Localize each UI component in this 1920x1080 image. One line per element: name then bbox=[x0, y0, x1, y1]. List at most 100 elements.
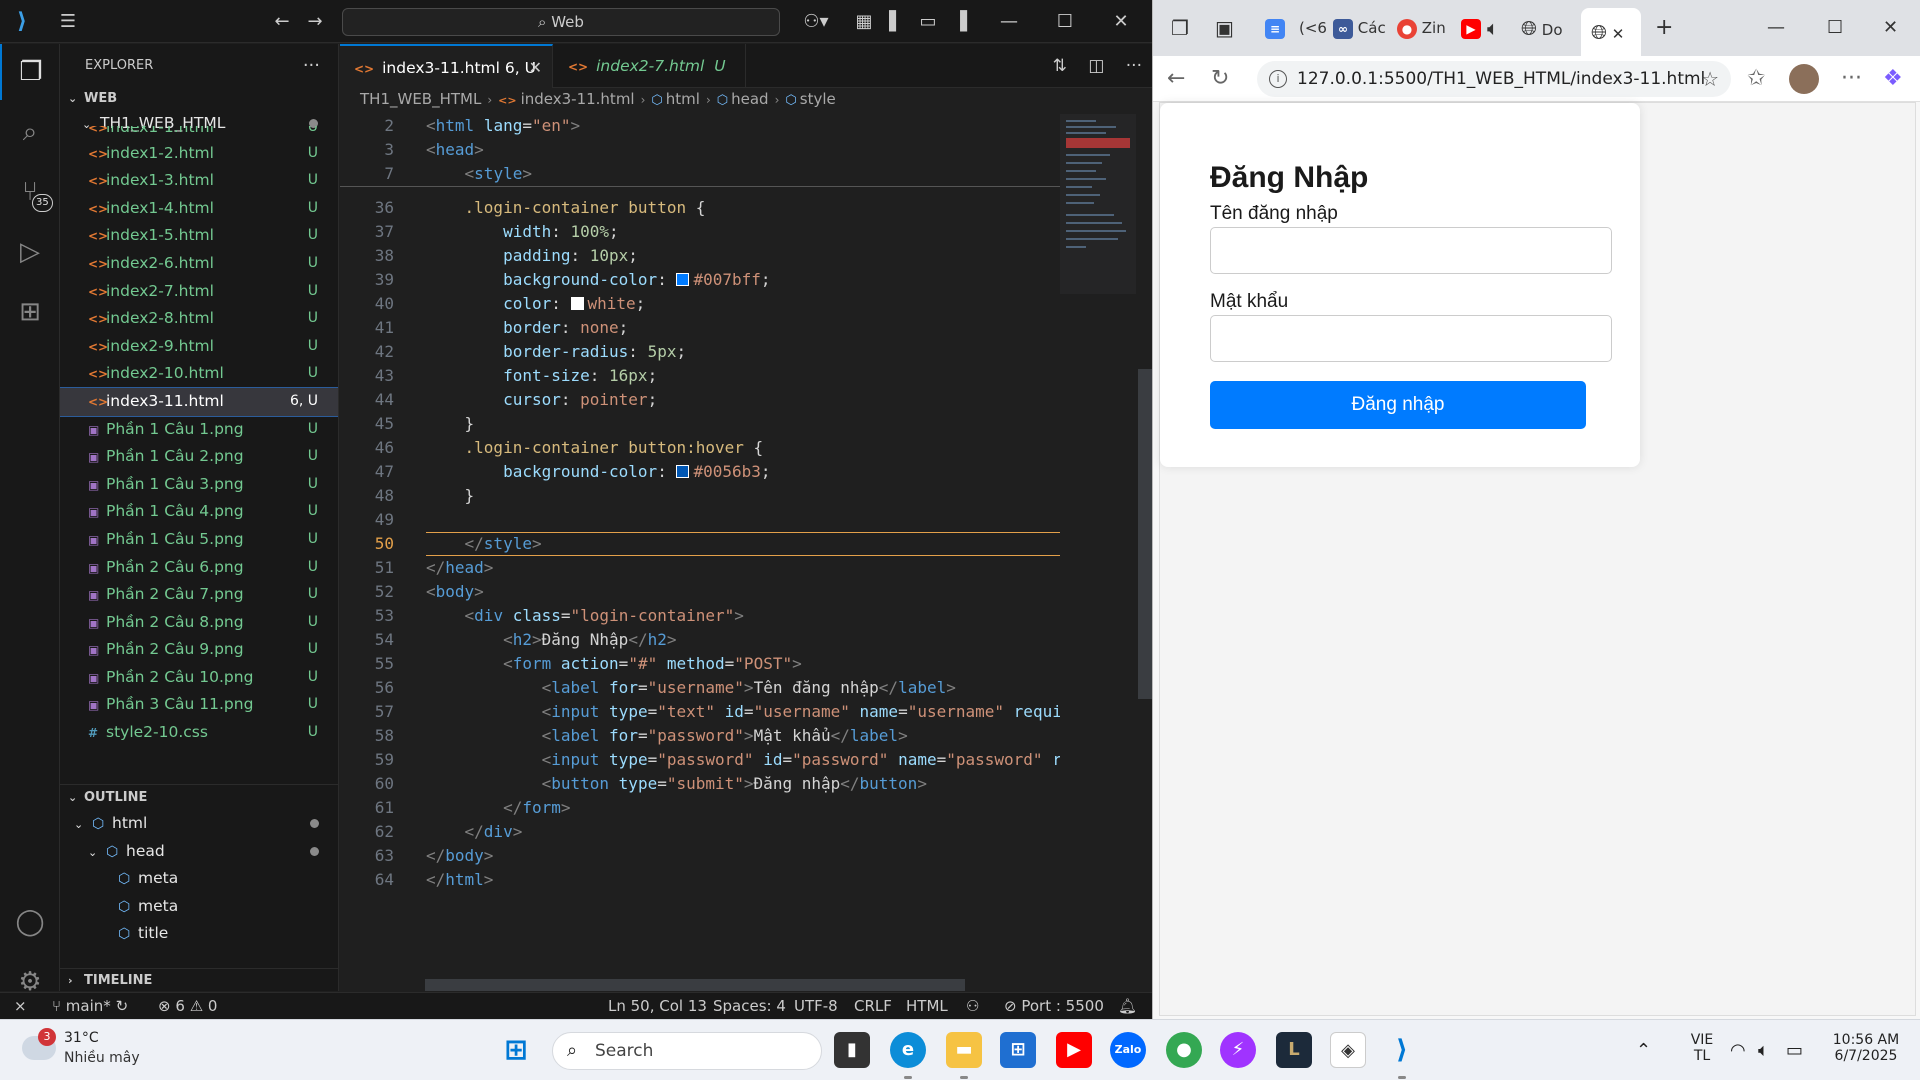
file-row[interactable]: ▣ Phần 2 Câu 9.png U bbox=[60, 636, 338, 664]
file-row[interactable]: <>index2-7.html U bbox=[60, 278, 338, 306]
file-row[interactable]: <>index2-10.html U bbox=[60, 360, 338, 388]
file-row[interactable]: <>index1-3.html U bbox=[60, 167, 338, 195]
compare-changes-icon[interactable]: ⇅ bbox=[1053, 56, 1067, 76]
account-icon[interactable]: ◯ bbox=[0, 894, 60, 950]
problems-indicator[interactable]: ⊗ 6 ⚠ 0 bbox=[158, 993, 217, 1019]
browser-tab[interactable]: (<6 bbox=[1299, 14, 1327, 42]
split-editor-icon[interactable]: ◫ bbox=[1088, 56, 1104, 76]
copilot-icon[interactable]: ❖ bbox=[1883, 66, 1903, 91]
toggle-panel-icon[interactable]: ▭ bbox=[916, 10, 940, 34]
breadcrumb-item[interactable]: TH1_WEB_HTML bbox=[360, 90, 481, 108]
back-icon[interactable]: ← bbox=[1167, 66, 1185, 91]
command-center[interactable]: ⌕ Web bbox=[342, 8, 780, 36]
file-row[interactable]: <>index1-2.html U bbox=[60, 140, 338, 168]
file-row[interactable]: <>index2-9.html U bbox=[60, 333, 338, 361]
file-row[interactable]: ▣ Phần 1 Câu 2.png U bbox=[60, 443, 338, 471]
file-row[interactable]: ▣ Phần 1 Câu 3.png U bbox=[60, 471, 338, 499]
back-icon[interactable]: ← bbox=[270, 10, 294, 34]
tab-index2-7[interactable]: <> index2-7.html U bbox=[554, 44, 746, 88]
weather-widget[interactable]: 3 31°C Nhiều mây bbox=[22, 1028, 182, 1074]
line-ending[interactable]: CRLF bbox=[854, 993, 892, 1019]
browser-tab[interactable]: ● Zin bbox=[1397, 14, 1446, 42]
branch-indicator[interactable]: ⑂ main* ↻ bbox=[52, 993, 128, 1019]
tab-index3-11[interactable]: <> index3-11.html 6, U ✕ bbox=[340, 44, 553, 88]
browser-tab[interactable]: ▶ bbox=[1461, 14, 1481, 42]
workspace-section[interactable]: ⌄ WEB bbox=[60, 88, 338, 110]
close-icon[interactable]: ✕ bbox=[1106, 8, 1136, 36]
vscode-icon[interactable]: ⟩ bbox=[1384, 1032, 1420, 1068]
close-tab-icon[interactable]: ✕ bbox=[529, 46, 542, 90]
file-row[interactable]: ▣ Phần 2 Câu 6.png U bbox=[60, 554, 338, 582]
file-explorer-icon[interactable]: ▬ bbox=[946, 1032, 982, 1068]
language-indicator[interactable]: VIE TL bbox=[1682, 1020, 1722, 1080]
login-button[interactable]: Đăng nhập bbox=[1210, 381, 1586, 429]
workspaces-icon[interactable]: ❐ bbox=[1171, 14, 1189, 42]
clock[interactable]: 10:56 AM 6/7/2025 bbox=[1826, 1020, 1906, 1080]
indentation[interactable]: Spaces: 4 bbox=[713, 993, 786, 1019]
close-tab-icon[interactable]: ✕ bbox=[1612, 25, 1625, 43]
file-row[interactable]: <>index1-4.html U bbox=[60, 195, 338, 223]
remote-icon[interactable]: ⨯ bbox=[14, 993, 27, 1019]
more-actions-icon[interactable]: ··· bbox=[1126, 56, 1142, 76]
vertical-scrollbar[interactable] bbox=[1138, 369, 1152, 699]
color-swatch[interactable] bbox=[570, 297, 584, 310]
maximize-icon[interactable]: ☐ bbox=[1050, 8, 1080, 36]
chrome-icon[interactable]: ● bbox=[1166, 1032, 1202, 1068]
file-row[interactable]: ▣ Phần 3 Câu 11.png U bbox=[60, 691, 338, 719]
copilot-icon[interactable]: ⚇▾ bbox=[796, 10, 836, 34]
file-row[interactable]: ▣ Phần 1 Câu 4.png U bbox=[60, 498, 338, 526]
layout-icon[interactable]: ▦ bbox=[852, 10, 876, 34]
breadcrumb-item[interactable]: head bbox=[731, 90, 768, 108]
youtube-icon[interactable]: ▶ bbox=[1056, 1032, 1092, 1068]
horizontal-scrollbar[interactable] bbox=[425, 979, 965, 991]
source-control-icon[interactable]: ⑂ 35 bbox=[0, 164, 60, 220]
forward-icon[interactable]: → bbox=[303, 10, 327, 34]
language-mode[interactable]: HTML bbox=[906, 993, 948, 1019]
volume-icon[interactable]: 🔈︎ bbox=[1758, 1020, 1769, 1080]
outline-item-meta[interactable]: ⬡ meta bbox=[60, 893, 338, 921]
reload-icon[interactable]: ↻ bbox=[1211, 66, 1229, 91]
minimap[interactable] bbox=[1060, 114, 1136, 294]
username-input[interactable] bbox=[1210, 227, 1612, 274]
minimize-icon[interactable]: — bbox=[994, 8, 1024, 36]
breadcrumb-item[interactable]: html bbox=[666, 90, 700, 108]
menu-icon[interactable]: ☰ bbox=[56, 10, 80, 34]
file-row[interactable]: <>index2-8.html U bbox=[60, 305, 338, 333]
audio-playing-icon[interactable]: 🔈︎ bbox=[1487, 14, 1499, 42]
taskbar-search[interactable]: ⌕ Search bbox=[552, 1032, 822, 1070]
edge-icon[interactable]: e bbox=[890, 1032, 926, 1068]
live-server-port[interactable]: ⊘ Port : 5500 bbox=[1004, 993, 1104, 1019]
outline-item-title[interactable]: ⬡ title bbox=[60, 920, 338, 948]
breadcrumb-item[interactable]: style bbox=[800, 90, 836, 108]
profile-avatar[interactable] bbox=[1789, 64, 1819, 94]
windows-start-icon[interactable]: ⊞ bbox=[498, 1032, 534, 1068]
file-row[interactable]: ▣ Phần 2 Câu 10.png U bbox=[60, 664, 338, 692]
file-row[interactable]: <>index1-1.html U bbox=[60, 126, 338, 140]
more-icon[interactable]: ··· bbox=[1841, 66, 1862, 91]
outline-item-meta[interactable]: ⬡ meta bbox=[60, 865, 338, 893]
task-view-icon[interactable]: ▮ bbox=[834, 1032, 870, 1068]
code-editor[interactable]: 2 <html lang="en"> 3 <head> 7 <style> 36… bbox=[340, 114, 1060, 974]
browser-tab-active[interactable]: 🌐︎ ✕ bbox=[1581, 8, 1641, 56]
outline-header[interactable]: ⌄ OUTLINE bbox=[60, 784, 338, 810]
color-swatch[interactable] bbox=[676, 465, 690, 478]
file-row[interactable]: ▣ Phần 1 Câu 1.png U bbox=[60, 416, 338, 444]
notifications-bell-icon[interactable]: 🔔︎ bbox=[1118, 993, 1137, 1019]
explorer-icon[interactable]: ❐ bbox=[0, 44, 60, 100]
store-icon[interactable]: ⊞ bbox=[1000, 1032, 1036, 1068]
new-tab-icon[interactable]: + bbox=[1655, 14, 1673, 42]
browser-tab[interactable]: 🌐︎ Do bbox=[1521, 14, 1563, 42]
run-debug-icon[interactable]: ▷ bbox=[0, 224, 60, 280]
timeline-header[interactable]: › TIMELINE bbox=[60, 969, 338, 991]
favorites-icon[interactable]: ✩ bbox=[1747, 66, 1765, 91]
maximize-icon[interactable]: ☐ bbox=[1827, 14, 1843, 42]
address-bar[interactable]: i 127.0.0.1:5500/TH1_WEB_HTML/index3-11.… bbox=[1257, 61, 1731, 97]
browser-tab[interactable]: ∞ Các bbox=[1333, 14, 1386, 42]
color-swatch[interactable] bbox=[676, 273, 690, 286]
messenger-icon[interactable]: ⚡︎ bbox=[1220, 1032, 1256, 1068]
breadcrumb-item[interactable]: index3-11.html bbox=[521, 90, 635, 108]
more-actions-icon[interactable]: ··· bbox=[303, 44, 320, 88]
zalo-icon[interactable]: Zalo bbox=[1110, 1032, 1146, 1068]
file-row[interactable]: ▣ Phần 1 Câu 5.png U bbox=[60, 526, 338, 554]
wifi-icon[interactable]: ◠ bbox=[1730, 1020, 1746, 1080]
